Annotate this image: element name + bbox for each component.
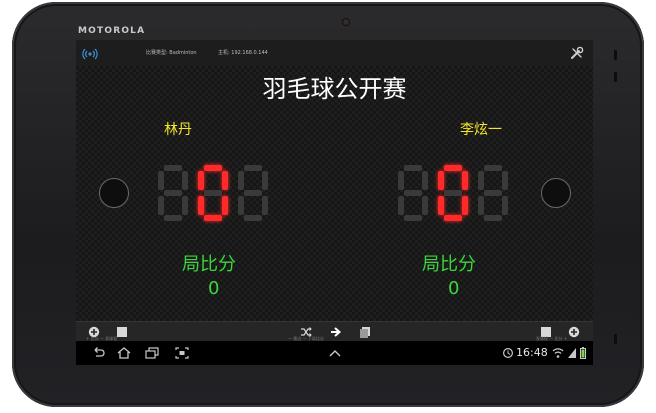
led-segment bbox=[204, 215, 222, 221]
led-segment bbox=[164, 165, 182, 171]
match-type-label: 比赛类型: Badminton bbox=[146, 50, 197, 56]
led-segment bbox=[182, 171, 188, 190]
led-segment bbox=[438, 196, 444, 215]
next-game-icon[interactable] bbox=[330, 326, 342, 338]
led-segment bbox=[198, 171, 204, 190]
led-segment bbox=[164, 190, 182, 196]
led-segment bbox=[422, 196, 428, 215]
copy-score-icon[interactable] bbox=[359, 326, 371, 338]
led-segment bbox=[244, 190, 262, 196]
led-segment bbox=[404, 190, 422, 196]
led-segment bbox=[182, 196, 188, 215]
led-segment bbox=[462, 171, 468, 190]
recent-apps-icon[interactable] bbox=[144, 346, 160, 360]
led-segment bbox=[398, 196, 404, 215]
serve-indicator-right[interactable] bbox=[541, 178, 571, 208]
host-address-label: 主机: 192.168.0.144 bbox=[218, 50, 268, 56]
back-icon[interactable] bbox=[90, 346, 106, 360]
system-nav-bar: 16:48 bbox=[76, 341, 593, 365]
led-segment bbox=[222, 196, 228, 215]
alarm-icon bbox=[502, 347, 514, 359]
serve-indicator-left[interactable] bbox=[99, 178, 129, 208]
led-segment bbox=[158, 196, 164, 215]
led-segment bbox=[244, 165, 262, 171]
led-segment bbox=[422, 171, 428, 190]
player-left-games-label: 局比分 bbox=[182, 254, 236, 275]
led-segment bbox=[262, 196, 268, 215]
score-digit bbox=[238, 165, 268, 221]
player-right-name: 李炫一 bbox=[460, 122, 502, 138]
led-segment bbox=[164, 215, 182, 221]
light-sensor bbox=[372, 20, 376, 24]
led-segment bbox=[262, 171, 268, 190]
led-segment bbox=[462, 196, 468, 215]
front-camera bbox=[343, 19, 349, 25]
led-segment bbox=[404, 215, 422, 221]
led-segment bbox=[222, 171, 228, 190]
brand-logo: MOTOROLA bbox=[78, 26, 146, 36]
score-digit bbox=[198, 165, 228, 221]
led-segment bbox=[444, 165, 462, 171]
cell-signal-icon bbox=[568, 348, 576, 358]
screen: 比赛类型: Badminton 主机: 192.168.0.144 羽毛球公开赛… bbox=[76, 40, 593, 365]
chevron-up-icon[interactable] bbox=[327, 346, 343, 360]
led-segment bbox=[478, 171, 484, 190]
score-digit bbox=[478, 165, 508, 221]
status-clock: 16:48 bbox=[516, 346, 548, 359]
led-segment bbox=[444, 190, 462, 196]
scoreboard bbox=[76, 66, 593, 321]
player-left-name: 林丹 bbox=[164, 122, 192, 138]
home-icon[interactable] bbox=[116, 346, 132, 360]
serve-left-icon[interactable] bbox=[116, 326, 128, 338]
screenshot-icon[interactable] bbox=[174, 346, 190, 360]
led-segment bbox=[444, 215, 462, 221]
led-segment bbox=[204, 190, 222, 196]
led-segment bbox=[502, 196, 508, 215]
score-digit bbox=[438, 165, 468, 221]
side-slot bbox=[614, 72, 617, 82]
led-segment bbox=[244, 215, 262, 221]
settings-tools-icon[interactable] bbox=[570, 46, 584, 60]
player-left-games-value: 0 bbox=[208, 278, 220, 299]
app-top-bar: 比赛类型: Badminton 主机: 192.168.0.144 bbox=[76, 40, 593, 67]
score-digit bbox=[398, 165, 428, 221]
led-segment bbox=[502, 171, 508, 190]
side-slot bbox=[614, 50, 617, 60]
battery-charging-icon bbox=[580, 347, 586, 359]
wifi-broadcast-icon[interactable] bbox=[82, 45, 98, 61]
control-toolbar: + 比分 — 发球权 — 换边 — 下局比分 发球权 — 比分 + bbox=[76, 321, 593, 342]
led-segment bbox=[398, 171, 404, 190]
led-segment bbox=[478, 196, 484, 215]
led-segment bbox=[484, 215, 502, 221]
tournament-title: 羽毛球公开赛 bbox=[262, 75, 407, 103]
led-segment bbox=[438, 171, 444, 190]
player-right-games-label: 局比分 bbox=[422, 254, 476, 275]
led-segment bbox=[198, 196, 204, 215]
wifi-signal-icon bbox=[552, 348, 564, 358]
score-digit bbox=[158, 165, 188, 221]
add-score-right-icon[interactable] bbox=[568, 326, 580, 338]
led-segment bbox=[484, 165, 502, 171]
led-segment bbox=[238, 171, 244, 190]
side-slot bbox=[614, 334, 617, 344]
led-segment bbox=[484, 190, 502, 196]
player-right-games-value: 0 bbox=[448, 278, 460, 299]
led-segment bbox=[158, 171, 164, 190]
led-segment bbox=[204, 165, 222, 171]
led-segment bbox=[238, 196, 244, 215]
led-segment bbox=[404, 165, 422, 171]
